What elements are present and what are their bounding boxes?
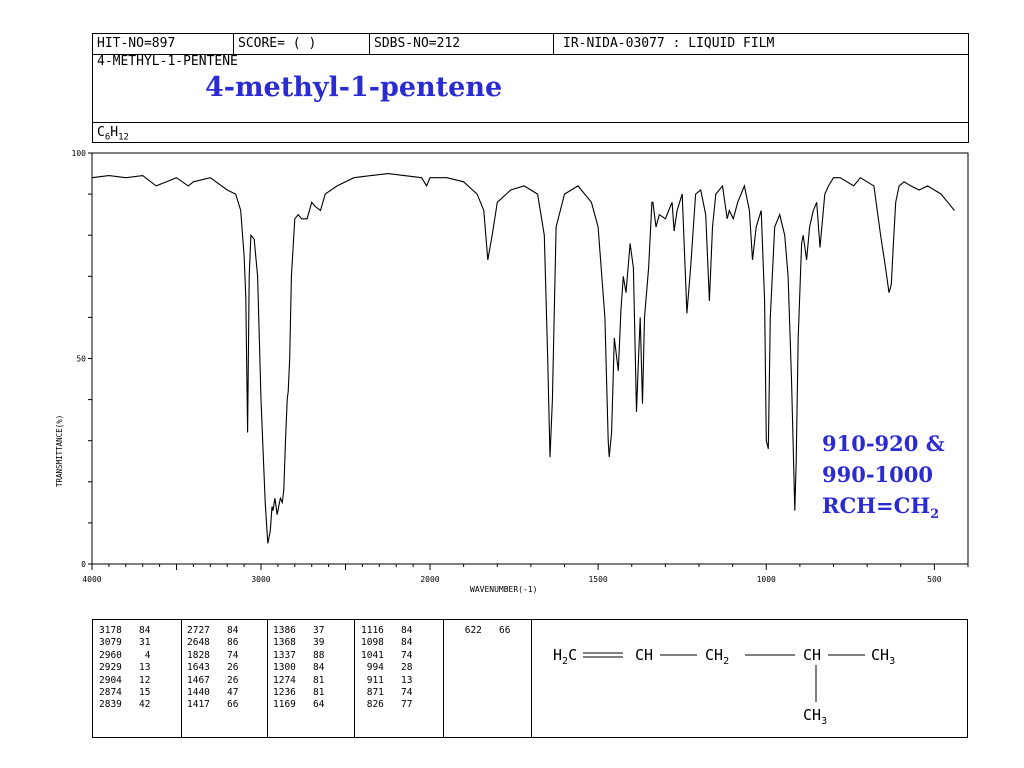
peak-row: 1098 84 bbox=[361, 637, 413, 649]
peak-row: 2904 12 bbox=[99, 674, 151, 686]
atom-h2c: H2C bbox=[553, 646, 577, 667]
peak-row: 1116 84 bbox=[361, 625, 413, 636]
table-divider bbox=[531, 620, 532, 737]
molecular-formula: C6H12 bbox=[97, 125, 129, 143]
x-tick-label: 2000 bbox=[420, 575, 439, 584]
x-tick-label: 1500 bbox=[588, 575, 607, 584]
x-tick-label: 3000 bbox=[251, 575, 270, 584]
peak-row: 1386 37 bbox=[273, 625, 325, 636]
peak-row: 1274 81 bbox=[273, 674, 325, 686]
peak-column: 1386 37 1368 39 1337 88 1300 84 1274 81 1236 … bbox=[273, 625, 324, 712]
peak-row: 911 13 bbox=[361, 674, 413, 686]
peak-column: 2727 84 2648 86 1828 74 1643 26 1467 26 1440 … bbox=[187, 625, 238, 712]
x-axis-label: WAVENUMBER(-1) bbox=[470, 585, 537, 594]
y-tick-label: 100 bbox=[72, 149, 87, 158]
annotation-block: 910-920 & 990-1000 RCH=CH2 bbox=[822, 428, 945, 530]
x-tick-label: 1000 bbox=[757, 575, 776, 584]
peak-row: 871 74 bbox=[361, 687, 413, 699]
atom-ch3-1: CH3 bbox=[871, 646, 895, 667]
header-box: HIT-NO=897 SCORE= ( ) SDBS-NO=212 IR-NID… bbox=[92, 33, 969, 143]
peak-row: 3178 84 bbox=[99, 625, 151, 636]
peak-row: 622 66 bbox=[459, 625, 511, 636]
compound-title-overlay: 4-methyl-1-pentene bbox=[205, 72, 503, 103]
table-divider bbox=[443, 620, 444, 737]
y-tick-label: 50 bbox=[76, 355, 86, 364]
peak-row: 2960 4 bbox=[99, 649, 151, 661]
peak-row: 2648 86 bbox=[187, 637, 239, 649]
peak-column: 622 66 bbox=[459, 625, 511, 637]
x-tick-label: 4000 bbox=[82, 575, 101, 584]
peak-row: 3079 31 bbox=[99, 637, 151, 649]
header-divider bbox=[93, 122, 968, 123]
peak-row: 1236 81 bbox=[273, 687, 325, 699]
table-divider bbox=[267, 620, 268, 737]
peak-row: 1169 64 bbox=[273, 699, 325, 711]
peak-row: 994 28 bbox=[361, 662, 413, 674]
peak-row: 1417 66 bbox=[187, 699, 239, 711]
peak-row: 2874 15 bbox=[99, 687, 151, 699]
annotation-line-1: 910-920 & bbox=[822, 431, 945, 456]
header-divider bbox=[553, 34, 554, 54]
peak-row: 1467 26 bbox=[187, 674, 239, 686]
atom-ch3-2: CH3 bbox=[803, 706, 827, 727]
peak-row: 1440 47 bbox=[187, 687, 239, 699]
x-tick-label: 500 bbox=[927, 575, 942, 584]
peak-row: 1300 84 bbox=[273, 662, 325, 674]
hit-number: HIT-NO=897 bbox=[97, 36, 176, 51]
peak-row: 1041 74 bbox=[361, 649, 413, 661]
peak-row: 2929 13 bbox=[99, 662, 151, 674]
structure-atoms: H2C CH CH2 CH CH3 CH3 bbox=[553, 646, 895, 727]
annotation-line-3: RCH=CH2 bbox=[822, 493, 940, 523]
table-divider bbox=[354, 620, 355, 737]
atom-ch2: CH2 bbox=[705, 646, 729, 667]
x-axis-ticks: 4000 3000 2000 1500 1000 500 bbox=[82, 564, 969, 584]
peak-row: 2727 84 bbox=[187, 625, 239, 636]
y-tick-label: 0 bbox=[81, 560, 86, 569]
atom-ch-1: CH bbox=[635, 646, 653, 664]
y-axis-label: TRANSMITTANCE(%) bbox=[55, 415, 64, 487]
peak-column: 3178 84 3079 31 2960 4 2929 13 2904 12 2874 1… bbox=[99, 625, 150, 712]
compound-name: 4-METHYL-1-PENTENE bbox=[97, 54, 238, 69]
peak-column: 1116 84 1098 84 1041 74 994 28 911 13 871 … bbox=[361, 625, 412, 712]
atom-ch-2: CH bbox=[803, 646, 821, 664]
peak-row: 1337 88 bbox=[273, 649, 325, 661]
peak-row: 826 77 bbox=[361, 699, 413, 711]
ir-info: IR-NIDA-03077 : LIQUID FILM bbox=[563, 36, 775, 51]
molecular-structure: H2C CH CH2 CH CH3 CH3 bbox=[553, 646, 895, 727]
sdbs-number: SDBS-NO=212 bbox=[374, 36, 461, 51]
peak-row: 2839 42 bbox=[99, 699, 151, 711]
table-divider bbox=[181, 620, 182, 737]
peak-row: 1643 26 bbox=[187, 662, 239, 674]
y-axis-ticks: 0 50 100 bbox=[72, 149, 92, 569]
peak-table: 3178 84 3079 31 2960 4 2929 13 2904 12 2874 1… bbox=[92, 619, 968, 738]
annotation-line-2: 990-1000 bbox=[822, 462, 933, 487]
peak-row: 1368 39 bbox=[273, 637, 325, 649]
score-field: SCORE= ( ) bbox=[238, 36, 317, 51]
peak-row: 1828 74 bbox=[187, 649, 239, 661]
